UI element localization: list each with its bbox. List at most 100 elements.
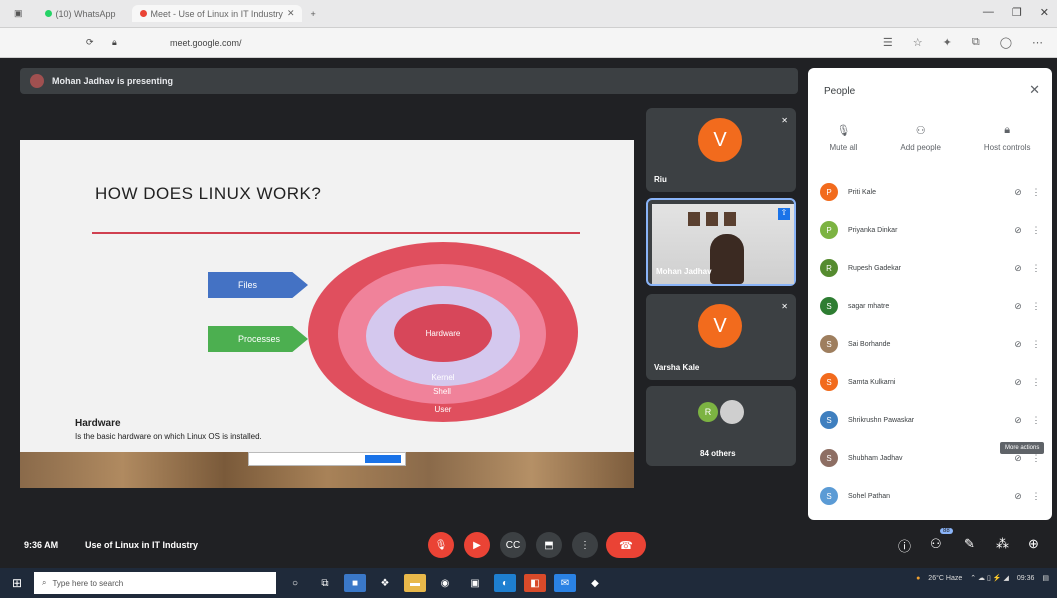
new-tab-button[interactable]: + — [310, 9, 315, 19]
more-options-icon[interactable]: ⋮ — [1028, 415, 1044, 426]
person-row[interactable]: S Sai Borhande ⊘ ⋮ — [820, 332, 1044, 356]
mic-off-icon[interactable]: ⊘ — [1008, 301, 1028, 312]
mic-off-icon[interactable]: ⊘ — [1008, 415, 1028, 426]
mic-off-icon: ✕ — [781, 116, 788, 125]
more-options-icon[interactable]: ⋮ — [1028, 453, 1044, 464]
caption-button[interactable] — [365, 455, 401, 463]
participant-name: Riu — [654, 175, 667, 184]
favorites-icon[interactable]: ☆ — [913, 36, 923, 49]
hardware-heading: Hardware — [75, 418, 121, 429]
person-name: sagar mhatre — [848, 302, 890, 310]
lock-icon[interactable]: ▣ — [464, 574, 486, 592]
host-controls-button[interactable]: 🔒︎ Host controls — [984, 124, 1031, 152]
people-icon[interactable]: ⚇ — [930, 536, 942, 552]
taskbar-search[interactable]: ⌕ Type here to search — [34, 572, 276, 594]
pin-icon[interactable]: ⇧ — [778, 208, 790, 220]
mic-off-icon[interactable]: ⊘ — [1008, 453, 1028, 464]
app-icon[interactable]: ◆ — [584, 574, 606, 592]
chat-icon[interactable]: ✎ — [964, 536, 975, 552]
maximize-button[interactable]: ❐ — [1012, 6, 1022, 19]
more-options-icon[interactable]: ⋮ — [1028, 225, 1044, 236]
person-row[interactable]: R Rupesh Gadekar ⊘ ⋮ — [820, 256, 1044, 280]
processes-arrow: Processes — [208, 326, 308, 352]
tab-meet[interactable]: Meet - Use of Linux in IT Industry ✕ — [131, 5, 303, 22]
windows-start-icon[interactable]: ⊞ — [0, 568, 34, 598]
close-icon[interactable]: ✕ — [1029, 82, 1040, 98]
address-bar: ⟳ 🔒︎ meet.google.com/ ☰ ☆ ✦ ⧉ ◯ ⋯ — [0, 28, 1057, 58]
cortana-icon[interactable]: ○ — [284, 574, 306, 592]
more-options-icon[interactable]: ⋮ — [1028, 339, 1044, 350]
person-name: Rupesh Gadekar — [848, 264, 901, 272]
close-window-button[interactable]: ✕ — [1040, 6, 1049, 19]
person-row[interactable]: S Sohel Pathan ⊘ ⋮ — [820, 484, 1044, 508]
presenting-text: Mohan Jadhav is presenting — [52, 76, 174, 86]
person-name: Sohel Pathan — [848, 492, 891, 500]
meet-stage: Mohan Jadhav is presenting HOW DOES LINU… — [0, 58, 1057, 568]
person-row[interactable]: S Shrikrushn Pawaskar ⊘ ⋮ — [820, 408, 1044, 432]
shared-slide: HOW DOES LINUX WORK? Files Processes Use… — [20, 140, 634, 488]
more-options-icon[interactable]: ⋮ — [1028, 301, 1044, 312]
person-name: Samta Kulkarni — [848, 378, 896, 386]
people-actions: 🎙︎ Mute all ⚇ Add people 🔒︎ Host control… — [808, 124, 1052, 152]
participant-tile[interactable]: V ✕ Varsha Kale — [646, 294, 796, 380]
avatar: S — [820, 297, 838, 315]
store-icon[interactable]: ■ — [344, 574, 366, 592]
tab-whatsapp[interactable]: (10) WhatsApp — [37, 6, 124, 22]
url-field[interactable]: meet.google.com/ — [170, 38, 242, 48]
mic-off-icon[interactable]: ⊘ — [1008, 225, 1028, 236]
person-row[interactable]: S sagar mhatre ⊘ ⋮ — [820, 294, 1044, 318]
person-row[interactable]: S Samta Kulkarni ⊘ ⋮ — [820, 370, 1044, 394]
action-label: Add people — [900, 143, 941, 152]
window-menu-icon[interactable]: ▣ — [14, 8, 23, 19]
tray-icons[interactable]: ⌃ ☁ ▯ ⚡ ◢ — [970, 574, 1009, 582]
participant-count-badge: 88 — [940, 528, 953, 534]
collections-icon[interactable]: ⧉ — [972, 36, 980, 49]
more-options-icon[interactable]: ⋮ — [1028, 491, 1044, 502]
mic-off-icon[interactable]: ⊘ — [1008, 377, 1028, 388]
more-options-icon[interactable]: ⋮ — [1028, 377, 1044, 388]
mic-toggle-button[interactable]: 🎙︎ — [428, 532, 454, 558]
mic-off-icon[interactable]: ⊘ — [1008, 339, 1028, 350]
edge-icon[interactable]: ◐ — [494, 574, 516, 592]
dropbox-icon[interactable]: ❖ — [374, 574, 396, 592]
others-tile[interactable]: R 84 others — [646, 386, 796, 466]
more-options-icon[interactable]: ⋮ — [1028, 187, 1044, 198]
add-people-button[interactable]: ⚇ Add people — [900, 124, 940, 152]
chrome-icon[interactable]: ◉ — [434, 574, 456, 592]
notification-icon[interactable]: ▤ — [1042, 574, 1049, 582]
activities-icon[interactable]: ⁂ — [996, 536, 1009, 552]
minimize-button[interactable]: — — [983, 6, 994, 19]
outlook-icon[interactable]: ✉ — [554, 574, 576, 592]
info-icon[interactable]: ⓘ — [898, 536, 911, 555]
more-options-button[interactable]: ⋮ — [572, 532, 598, 558]
refresh-icon[interactable]: ⟳ — [86, 37, 94, 48]
extensions-icon[interactable]: ✦ — [943, 36, 952, 49]
profile-icon[interactable]: ◯ — [1000, 36, 1012, 49]
avatar: R — [820, 259, 838, 277]
leave-call-button[interactable]: ☎ — [606, 532, 646, 558]
person-row[interactable]: P Priyanka Dinkar ⊘ ⋮ — [820, 218, 1044, 242]
participant-tile[interactable]: V ✕ Riu — [646, 108, 796, 192]
host-controls-icon[interactable]: ⊕ — [1028, 536, 1039, 552]
captions-button[interactable]: CC — [500, 532, 526, 558]
clock[interactable]: 09:36 — [1017, 575, 1035, 582]
more-icon[interactable]: ⋯ — [1032, 36, 1043, 49]
mic-off-icon[interactable]: ⊘ — [1008, 187, 1028, 198]
office-icon[interactable]: ◧ — [524, 574, 546, 592]
file-explorer-icon[interactable]: ▬ — [404, 574, 426, 592]
person-row[interactable]: P Priti Kale ⊘ ⋮ — [820, 180, 1044, 204]
mic-off-icon[interactable]: ⊘ — [1008, 263, 1028, 274]
present-button[interactable]: ⬒ — [536, 532, 562, 558]
close-tab-icon[interactable]: ✕ — [287, 8, 295, 19]
weather-text[interactable]: 26°C Haze — [928, 575, 962, 582]
camera-toggle-button[interactable]: ▶ — [464, 532, 490, 558]
task-view-icon[interactable]: ⧉ — [314, 574, 336, 592]
more-options-icon[interactable]: ⋮ — [1028, 263, 1044, 274]
captions-icon: CC — [505, 539, 521, 551]
participant-tile-presenter[interactable]: ⇧ Mohan Jadhav — [646, 198, 796, 286]
browser-tab-strip: ▣ (10) WhatsApp Meet - Use of Linux in I… — [0, 0, 1057, 28]
mic-off-icon[interactable]: ⊘ — [1008, 491, 1028, 502]
mute-all-button[interactable]: 🎙︎ Mute all — [829, 124, 857, 152]
reader-icon[interactable]: ☰ — [883, 36, 893, 49]
caption-input[interactable] — [248, 452, 406, 466]
